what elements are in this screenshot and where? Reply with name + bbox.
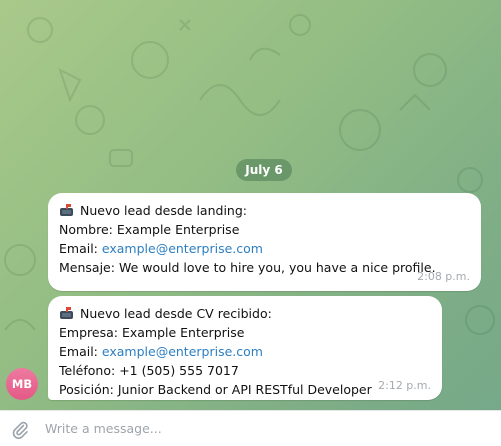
field-value: Example Enterprise: [121, 325, 245, 340]
avatar[interactable]: MB: [6, 368, 38, 400]
field-value: Example Enterprise: [116, 222, 240, 237]
field-label: Empresa:: [59, 325, 118, 340]
field-line: Nombre: Example Enterprise: [59, 220, 470, 239]
field-line: Email: example@enterprise.com: [59, 239, 470, 258]
mailbox-icon: [60, 307, 73, 319]
field-label: Nombre:: [59, 222, 113, 237]
message-bubble[interactable]: Nuevo lead desde CV recibido: Empresa: E…: [48, 296, 442, 400]
email-link[interactable]: example@enterprise.com: [102, 241, 263, 256]
field-line: Mensaje: We would love to hire you, you …: [59, 258, 470, 277]
field-label: Mensaje:: [59, 260, 115, 275]
field-line: Empresa: Example Enterprise: [59, 323, 431, 342]
date-separator: July 6: [236, 159, 292, 181]
field-line: Teléfono: +1 (505) 555 7017: [59, 361, 431, 380]
field-label: Email:: [59, 344, 98, 359]
field-value: We would love to hire you, you have a ni…: [118, 260, 436, 275]
message-bubble[interactable]: Nuevo lead desde landing: Nombre: Exampl…: [48, 193, 481, 291]
field-value: Junior Backend or API RESTful Developer: [117, 382, 372, 397]
field-label: Email:: [59, 241, 98, 256]
message-title-line: Nuevo lead desde CV recibido:: [59, 304, 431, 323]
message-title: Nuevo lead desde CV recibido:: [80, 306, 272, 321]
message-composer: [0, 410, 501, 446]
message-time: 2:12 p.m.: [378, 379, 431, 392]
paperclip-icon[interactable]: [10, 419, 30, 439]
field-line: Email: example@enterprise.com: [59, 342, 431, 361]
email-link[interactable]: example@enterprise.com: [102, 344, 263, 359]
message-title: Nuevo lead desde landing:: [80, 203, 247, 218]
field-label: Teléfono:: [59, 363, 116, 378]
mailbox-icon: [60, 204, 73, 216]
field-value: +1 (505) 555 7017: [119, 363, 239, 378]
field-label: Posición:: [59, 382, 114, 397]
message-title-line: Nuevo lead desde landing:: [59, 201, 470, 220]
message-input[interactable]: [43, 420, 467, 437]
field-line: Posición: Junior Backend or API RESTful …: [59, 380, 431, 399]
message-time: 2:08 p.m.: [417, 270, 470, 283]
